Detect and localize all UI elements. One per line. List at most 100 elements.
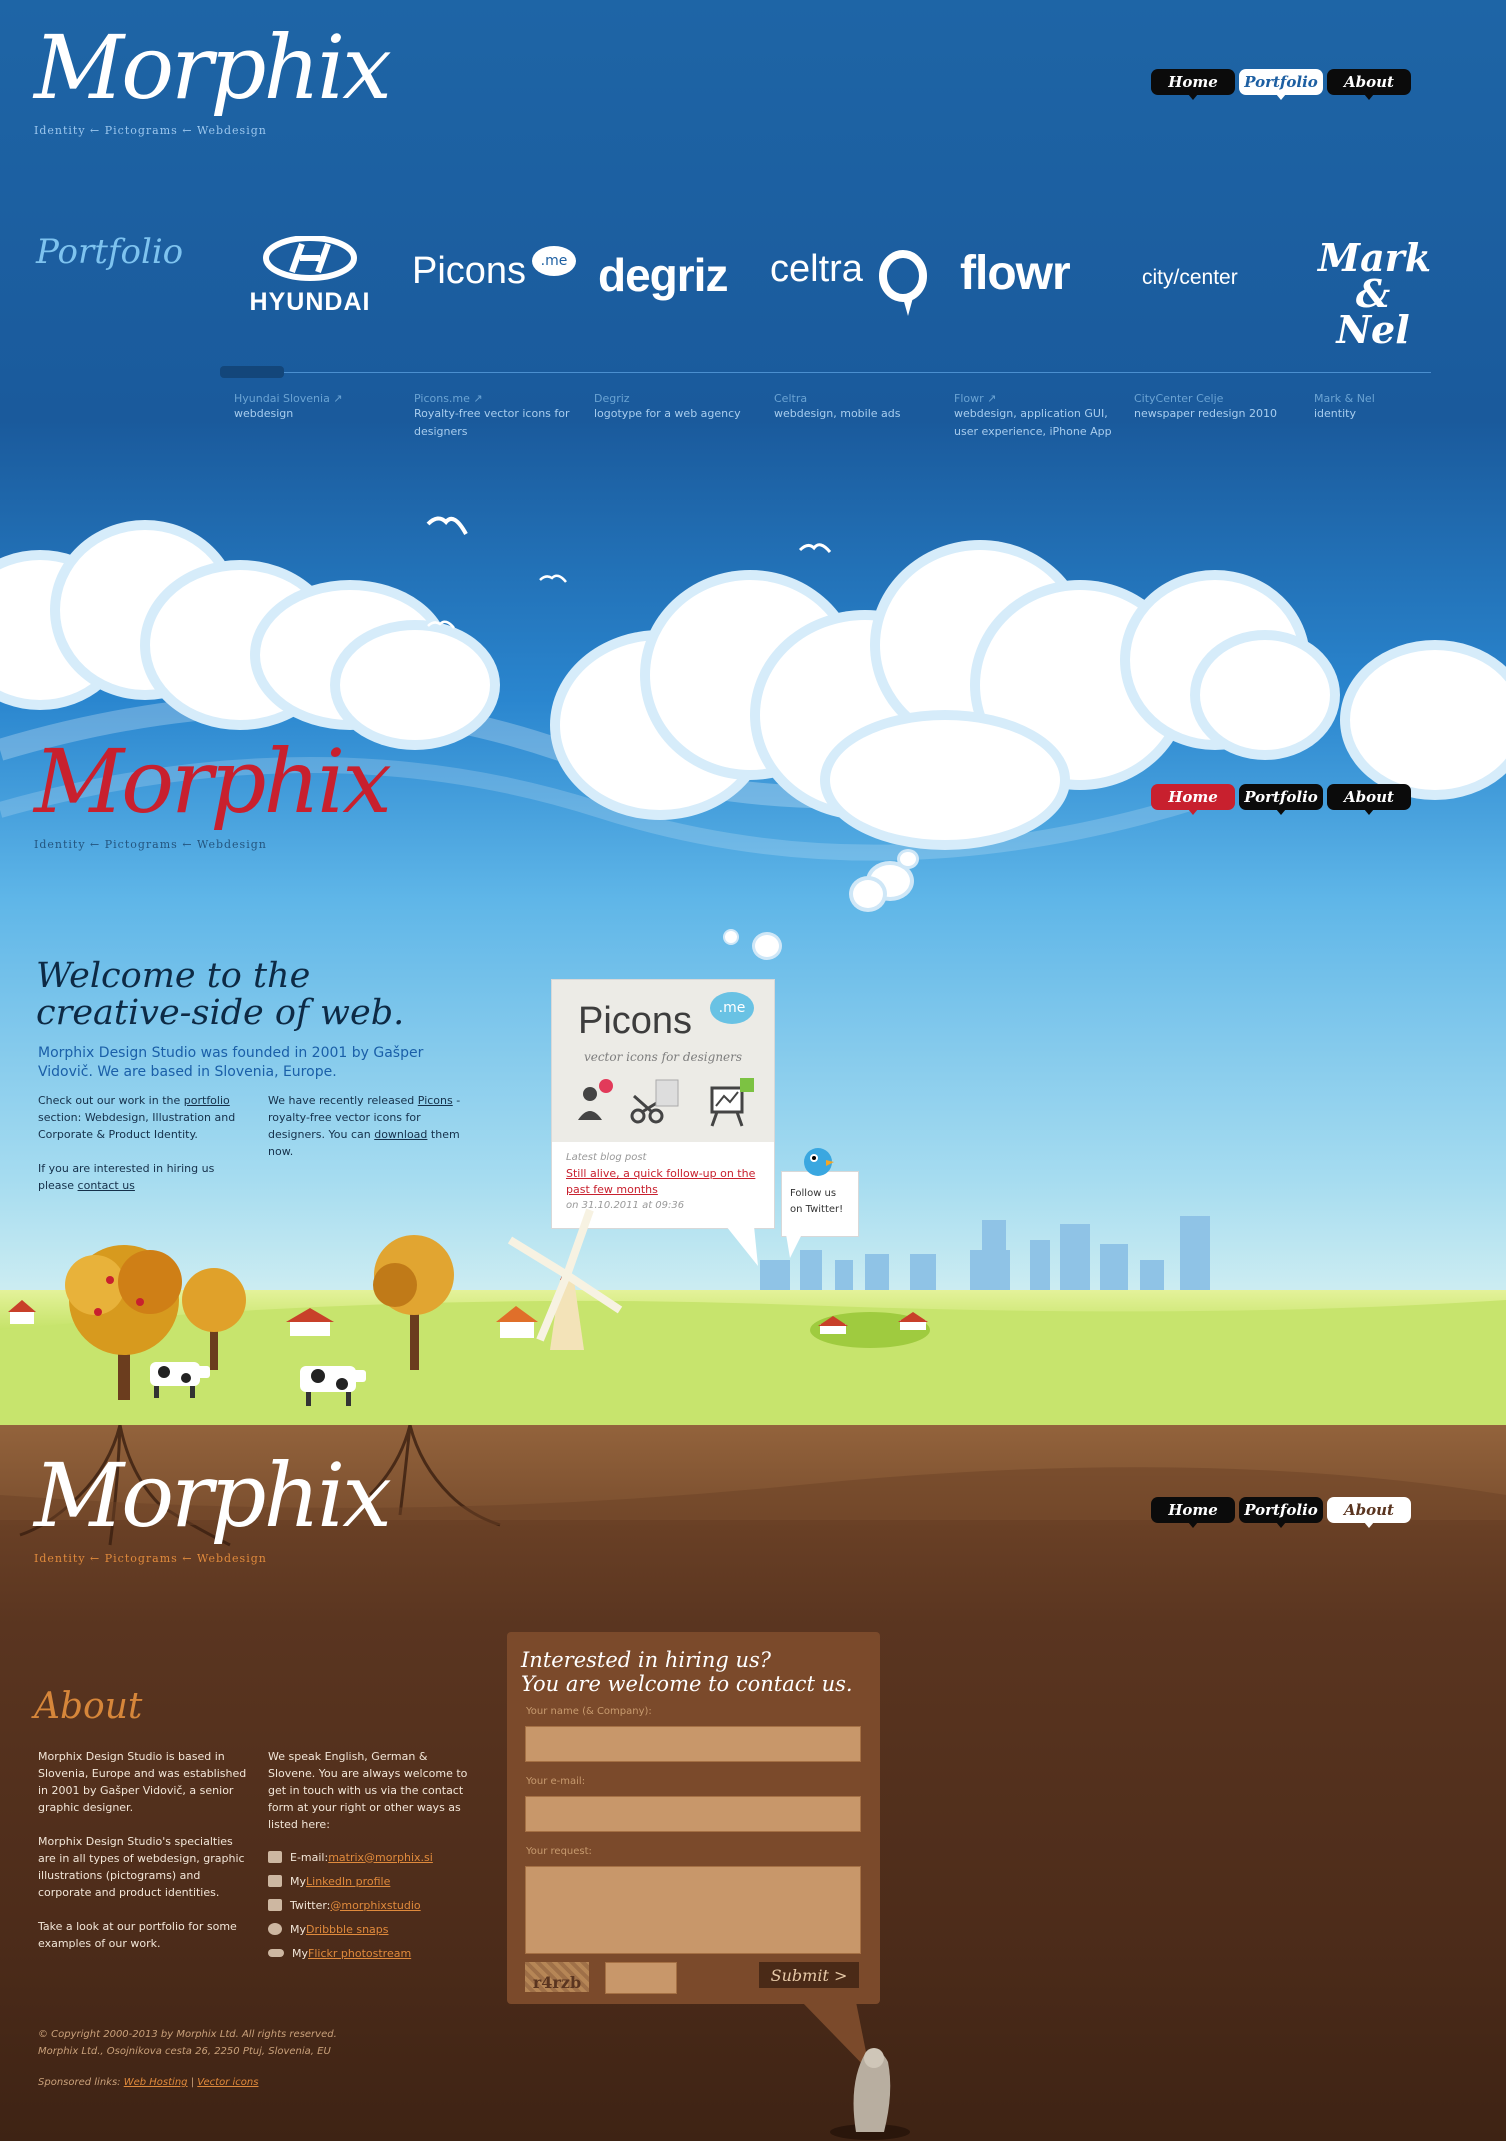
nav-portfolio[interactable]: Portfolio [1239,69,1323,100]
flickr-icon [268,1949,284,1957]
email-link[interactable]: matrix@morphix.si [328,1849,433,1866]
welcome-heading: Welcome to the creative-side of web. [36,958,496,1032]
portfolio-item-name: Degriz [594,392,630,405]
portfolio-item[interactable]: Celtra webdesign, mobile ads [774,392,934,423]
captcha-image: r4rzb [525,1962,589,1992]
picons-card-title: Picons [578,1000,693,1042]
about-nav: Home Portfolio About [1151,1497,1411,1528]
welcome-heading-line: Welcome to the [36,956,311,996]
mail-icon [268,1851,282,1863]
celtra-logo-text: celtra [770,248,863,290]
portfolio-item-name: Flowr ↗ [954,392,997,405]
name-label: Your name (& Company): [526,1706,652,1717]
form-heading: Interested in hiring us? You are welcome… [521,1648,853,1696]
about-paragraph: Take a look at our portfolio for some ex… [38,1920,237,1950]
portfolio-logo-celtra[interactable]: celtra [770,248,930,316]
portfolio-item-desc: webdesign, mobile ads [774,407,901,420]
portfolio-item[interactable]: Mark & Nel identity [1314,392,1474,423]
picons-link[interactable]: Picons [418,1094,453,1107]
submit-button[interactable]: Submit > [759,1962,859,1988]
welcome-lead: Morphix Design Studio was founded in 200… [38,1045,424,1080]
portfolio-item-name: Celtra [774,392,808,405]
mole-illustration [802,2002,910,2140]
logo[interactable]: Morphix Identity ← Pictograms ← Webdesig… [34,16,392,138]
sponsored-label: Sponsored links: [38,2077,124,2088]
logo-about[interactable]: Morphix Identity ← Pictograms ← Webdesig… [34,1452,392,1566]
footer-sponsored: Sponsored links: Web Hosting | Vector ic… [38,2074,478,2091]
captcha-input[interactable] [605,1962,677,1994]
nav-about[interactable]: About [1327,69,1411,100]
portfolio-item[interactable]: Flowr ↗ webdesign, application GUI, user… [954,392,1114,441]
email-input[interactable] [525,1796,861,1832]
welcome-text: Check out our work in the [38,1094,184,1107]
contact-label: My [292,1946,309,1960]
footer-address: Morphix Ltd., Osojnikova cesta 26, 2250 … [38,2046,331,2057]
portfolio-item[interactable]: Degriz logotype for a web agency [594,392,754,423]
portfolio-item-desc: identity [1314,407,1356,420]
about-paragraph: We speak English, German & Slovene. You … [268,1750,468,1831]
nav-portfolio[interactable]: Portfolio [1239,1497,1323,1528]
portfolio-logo-picons[interactable]: Picons .me [412,246,576,293]
web-hosting-link[interactable]: Web Hosting [124,2077,188,2088]
nav-home[interactable]: Home [1151,69,1235,100]
portfolio-logo-hyundai[interactable]: HYUNDAI [240,235,380,317]
nav-portfolio[interactable]: Portfolio [1239,784,1323,815]
portfolio-item-name: CityCenter Celje [1134,392,1224,405]
contact-linkedin: My LinkedIn profile [268,1869,478,1893]
picons-me-badge: .me [532,246,576,276]
portfolio-logo-degriz[interactable]: degriz [598,248,728,302]
about-paragraph: Morphix Design Studio's specialties are … [38,1835,245,1899]
blog-label: Latest blog post [566,1152,647,1163]
nav-about[interactable]: About [1327,1497,1411,1528]
dribbble-link[interactable]: Dribbble snaps [306,1921,388,1938]
portfolio-logo-marknel[interactable]: Mark & Nel [1318,239,1431,349]
twitter-bird-icon[interactable] [800,1142,836,1178]
user-heart-icon [578,1079,613,1120]
contact-label: My [290,1874,307,1888]
home-nav: Home Portfolio About [1151,784,1411,815]
portfolio-title: Portfolio [36,232,184,272]
welcome-heading-line: creative-side of web. [36,993,405,1033]
nav-home[interactable]: Home [1151,784,1235,815]
portfolio-item-name: Picons.me ↗ [414,392,483,405]
about-col2: We speak English, German & Slovene. You … [268,1748,478,1965]
nav-home[interactable]: Home [1151,1497,1235,1528]
picons-card-icons [578,1078,754,1127]
main-nav: Home Portfolio About [1151,69,1411,100]
logo-tagline: Identity ← Pictograms ← Webdesign [34,838,267,851]
portfolio-logo-flowr[interactable]: flowr [960,246,1071,301]
portfolio-slider-handle[interactable] [220,366,284,378]
celtra-bubble-icon [879,250,927,316]
portfolio-link[interactable]: portfolio [184,1094,230,1107]
portfolio-item-desc: logotype for a web agency [594,407,741,420]
portfolio-item[interactable]: CityCenter Celje newspaper redesign 2010 [1134,392,1294,423]
dribbble-icon [268,1923,282,1935]
request-textarea[interactable] [525,1866,861,1954]
portfolio-item[interactable]: Hyundai Slovenia ↗ webdesign [234,392,394,423]
vector-icons-link[interactable]: Vector icons [197,2077,258,2088]
logo-home[interactable]: Morphix Identity ← Pictograms ← Webdesig… [34,738,392,852]
about-title: About [34,1686,143,1727]
welcome-col2: We have recently released Picons - royal… [268,1092,468,1160]
hyundai-logo-text: HYUNDAI [249,288,371,316]
portfolio-item[interactable]: Picons.me ↗ Royalty-free vector icons fo… [414,392,574,441]
portfolio-slider-track [220,372,1431,373]
download-link[interactable]: download [374,1128,427,1141]
email-label: Your e-mail: [526,1776,586,1787]
footer-copyright: © Copyright 2000-2013 by Morphix Ltd. Al… [38,2029,337,2040]
name-input[interactable] [525,1726,861,1762]
linkedin-icon [268,1875,282,1887]
portfolio-item-desc: newspaper redesign 2010 [1134,407,1277,420]
linkedin-link[interactable]: LinkedIn profile [306,1873,390,1890]
portfolio-item-name: Mark & Nel [1314,392,1375,405]
flickr-link[interactable]: Flickr photostream [308,1945,411,1962]
nav-about[interactable]: About [1327,784,1411,815]
twitter-link[interactable]: @morphixstudio [330,1897,420,1914]
logo-tagline: Identity ← Pictograms ← Webdesign [34,124,267,137]
contact-flickr: My Flickr photostream [268,1941,478,1965]
footer-separator: | [187,2077,198,2088]
portfolio-item-desc: webdesign, application GUI, user experie… [954,407,1112,438]
portfolio-logo-citycenter[interactable]: city/center [1142,266,1238,290]
logo-text: Morphix [34,16,392,119]
contact-email: E-mail: matrix@morphix.si [268,1845,478,1869]
